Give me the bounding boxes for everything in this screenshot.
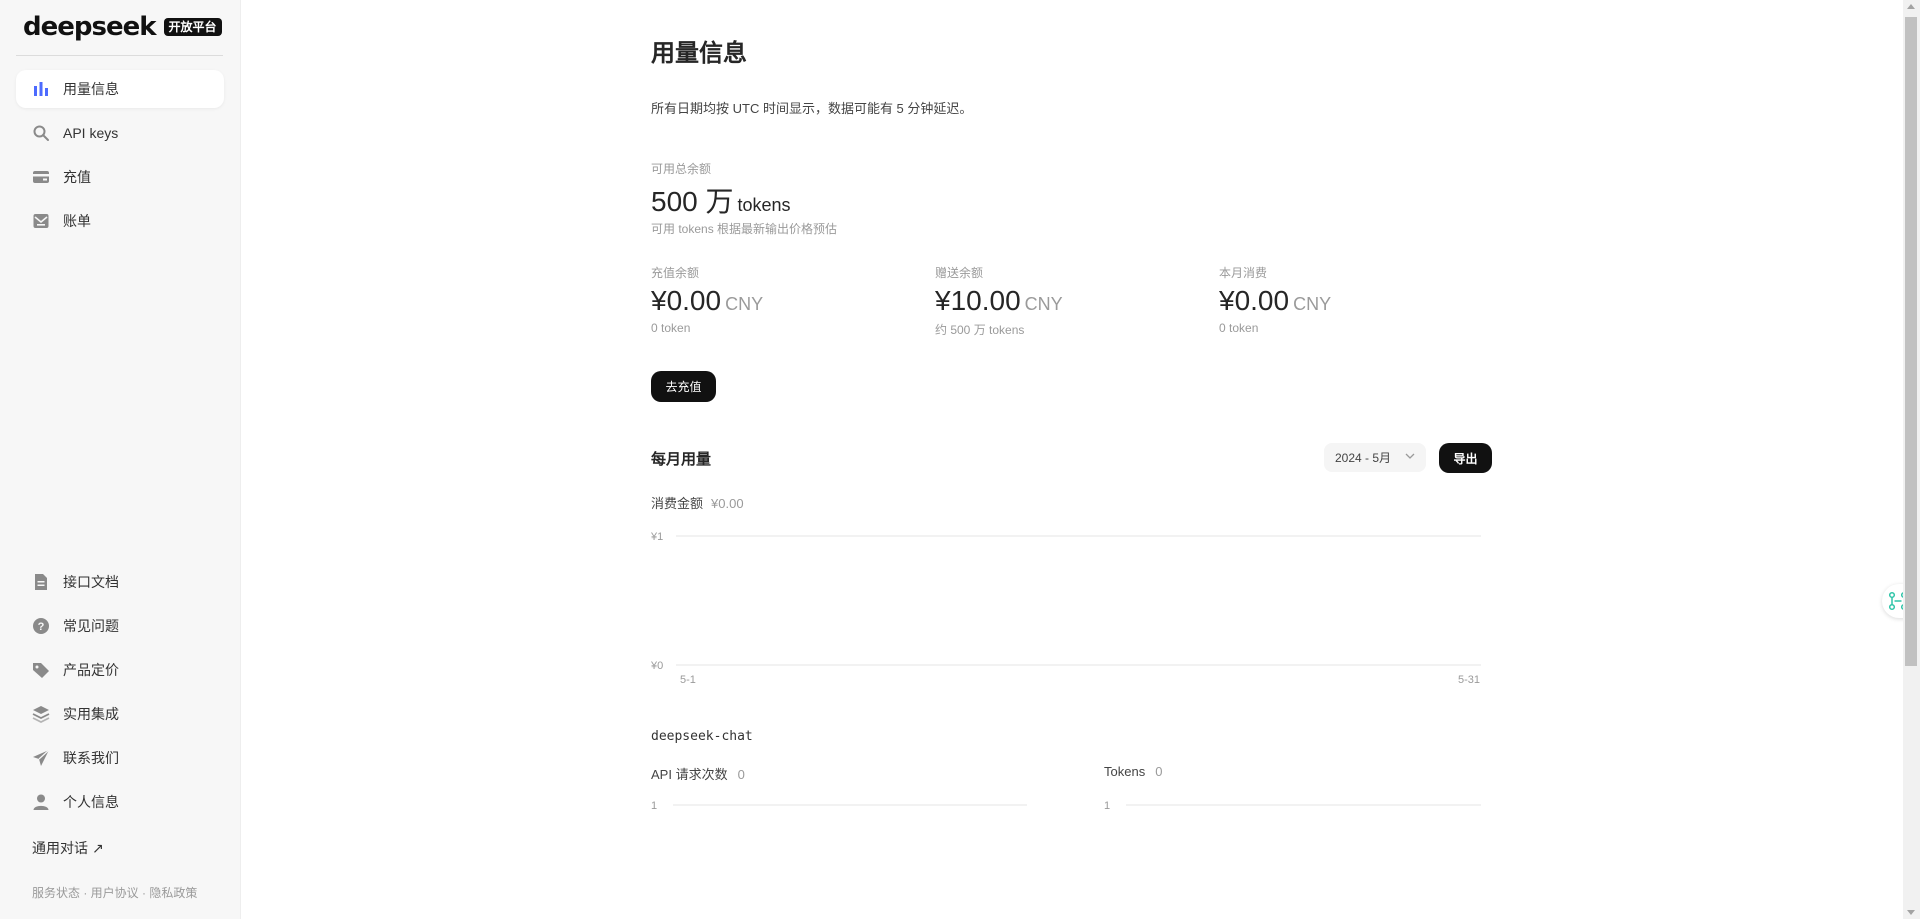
sidebar-nav-top: 用量信息 API keys 充值 账单 — [16, 70, 224, 246]
sidebar: deepseek 开放平台 用量信息 API keys 充值 账单 接口文档 ?… — [0, 0, 241, 919]
chat-link[interactable]: 通用对话 ↗ — [32, 838, 104, 858]
balance-tokens: 0 token — [651, 321, 691, 335]
tokens-value: 0 — [1155, 764, 1163, 779]
document-icon — [32, 573, 50, 591]
sidebar-item-usage[interactable]: 用量信息 — [16, 70, 224, 108]
sidebar-item-label: 接口文档 — [63, 574, 119, 590]
bar-chart-icon — [32, 80, 50, 98]
y-tick-label: 1 — [1104, 800, 1110, 812]
balance-value: ¥10.00 — [935, 285, 1021, 316]
balance-card-gift: 赠送余额 ¥10.00 CNY 约 500 万 tokens — [935, 264, 1215, 338]
search-icon — [32, 124, 50, 142]
spend-summary: 消费金额 ¥0.00 — [651, 493, 744, 512]
sidebar-item-label: 常见问题 — [63, 618, 119, 634]
requests-chart: 1 — [651, 800, 1027, 812]
utc-notice: 所有日期均按 UTC 时间显示，数据可能有 5 分钟延迟。 — [651, 101, 973, 116]
tokens-chart: 1 — [1104, 800, 1481, 812]
sidebar-item-api-keys[interactable]: API keys — [16, 114, 224, 152]
requests-label: API 请求次数 — [651, 767, 728, 782]
model-name: deepseek-chat — [651, 729, 753, 744]
balance-tokens: 约 500 万 tokens — [935, 323, 1025, 337]
vertical-scrollbar[interactable] — [1903, 0, 1920, 919]
sidebar-item-integrations[interactable]: 实用集成 — [16, 695, 224, 733]
requests-value: 0 — [737, 767, 745, 782]
balance-label: 本月消费 — [1219, 266, 1268, 280]
x-tick-label: 5-31 — [1458, 674, 1480, 686]
send-icon — [32, 749, 50, 767]
sidebar-item-label: 产品定价 — [63, 662, 119, 678]
user-icon — [32, 793, 50, 811]
total-balance-label: 可用总余额 — [651, 162, 712, 176]
total-balance-unit: tokens — [737, 195, 791, 215]
total-balance-amount: 500 万 — [651, 186, 734, 217]
y-tick-label: ¥0 — [651, 660, 663, 672]
sidebar-item-label: 充值 — [63, 169, 91, 185]
sidebar-item-faq[interactable]: ? 常见问题 — [16, 607, 224, 645]
sidebar-item-pricing[interactable]: 产品定价 — [16, 651, 224, 689]
spend-label: 消费金额 — [651, 496, 704, 511]
total-balance-value: 500 万 tokens — [651, 180, 791, 220]
sidebar-item-bills[interactable]: 账单 — [16, 202, 224, 240]
balance-amount: ¥0.00 CNY — [651, 285, 931, 317]
balance-currency: CNY — [725, 294, 764, 314]
tokens-summary: Tokens 0 — [1104, 764, 1162, 779]
x-tick-label: 5-1 — [680, 674, 696, 686]
balance-card-month: 本月消费 ¥0.00 CNY 0 token — [1219, 264, 1499, 335]
balance-amount: ¥10.00 CNY — [935, 285, 1215, 317]
chevron-down-icon — [1405, 453, 1415, 459]
sidebar-nav-bottom: 接口文档 ? 常见问题 产品定价 实用集成 联系我们 个人信息 — [16, 563, 224, 827]
requests-summary: API 请求次数 0 — [651, 764, 745, 783]
total-balance-note: 可用 tokens 根据最新输出价格预估 — [651, 222, 838, 236]
chat-link-label: 通用对话 — [32, 840, 88, 856]
sidebar-item-topup[interactable]: 充值 — [16, 158, 224, 196]
y-tick-label: 1 — [651, 800, 657, 812]
sidebar-item-label: 实用集成 — [63, 706, 119, 722]
footer-links[interactable]: 服务状态 · 用户协议 · 隐私政策 — [32, 884, 197, 901]
sidebar-item-label: 账单 — [63, 213, 91, 229]
balance-label: 赠送余额 — [935, 266, 984, 280]
brand-badge: 开放平台 — [163, 18, 222, 36]
export-button[interactable]: 导出 — [1439, 443, 1492, 473]
external-arrow-icon: ↗ — [92, 839, 104, 856]
balance-tokens: 0 token — [1219, 321, 1259, 335]
balance-card-topup: 充值余额 ¥0.00 CNY 0 token — [651, 264, 931, 335]
layers-icon — [32, 705, 50, 723]
scroll-down-arrow-icon[interactable] — [1907, 910, 1915, 915]
page-title: 用量信息 — [651, 40, 747, 67]
topup-button[interactable]: 去充值 — [651, 371, 716, 402]
sidebar-item-label: 用量信息 — [63, 81, 119, 97]
spend-chart: ¥1 ¥0 5-1 5-31 — [651, 531, 1481, 686]
balance-currency: CNY — [1024, 294, 1063, 314]
scroll-thumb[interactable] — [1905, 17, 1917, 666]
month-select[interactable]: 2024 - 5月 — [1324, 443, 1426, 472]
balance-label: 充值余额 — [651, 266, 700, 280]
month-select-value: 2024 - 5月 — [1335, 451, 1392, 465]
sidebar-item-label: 个人信息 — [63, 794, 119, 810]
svg-text:?: ? — [38, 621, 45, 633]
sidebar-item-profile[interactable]: 个人信息 — [16, 783, 224, 821]
balance-value: ¥0.00 — [1219, 285, 1290, 316]
monthly-usage-title: 每月用量 — [651, 451, 712, 468]
sidebar-item-label: API keys — [63, 125, 119, 141]
bill-icon — [32, 212, 50, 230]
y-tick-label: ¥1 — [651, 531, 663, 543]
balance-amount: ¥0.00 CNY — [1219, 285, 1499, 317]
balance-value: ¥0.00 — [651, 285, 722, 316]
brand-name: deepseek — [23, 12, 157, 42]
balance-currency: CNY — [1293, 294, 1332, 314]
sidebar-item-contact[interactable]: 联系我们 — [16, 739, 224, 777]
wallet-icon — [32, 168, 50, 186]
tag-icon — [32, 661, 50, 679]
spend-value: ¥0.00 — [711, 496, 744, 511]
sidebar-item-docs[interactable]: 接口文档 — [16, 563, 224, 601]
tokens-label: Tokens — [1104, 764, 1146, 779]
sidebar-item-label: 联系我们 — [63, 750, 119, 766]
question-icon: ? — [32, 617, 50, 635]
brand-logo[interactable]: deepseek 开放平台 — [23, 12, 222, 42]
divider — [16, 55, 223, 56]
scroll-up-arrow-icon[interactable] — [1907, 4, 1915, 9]
